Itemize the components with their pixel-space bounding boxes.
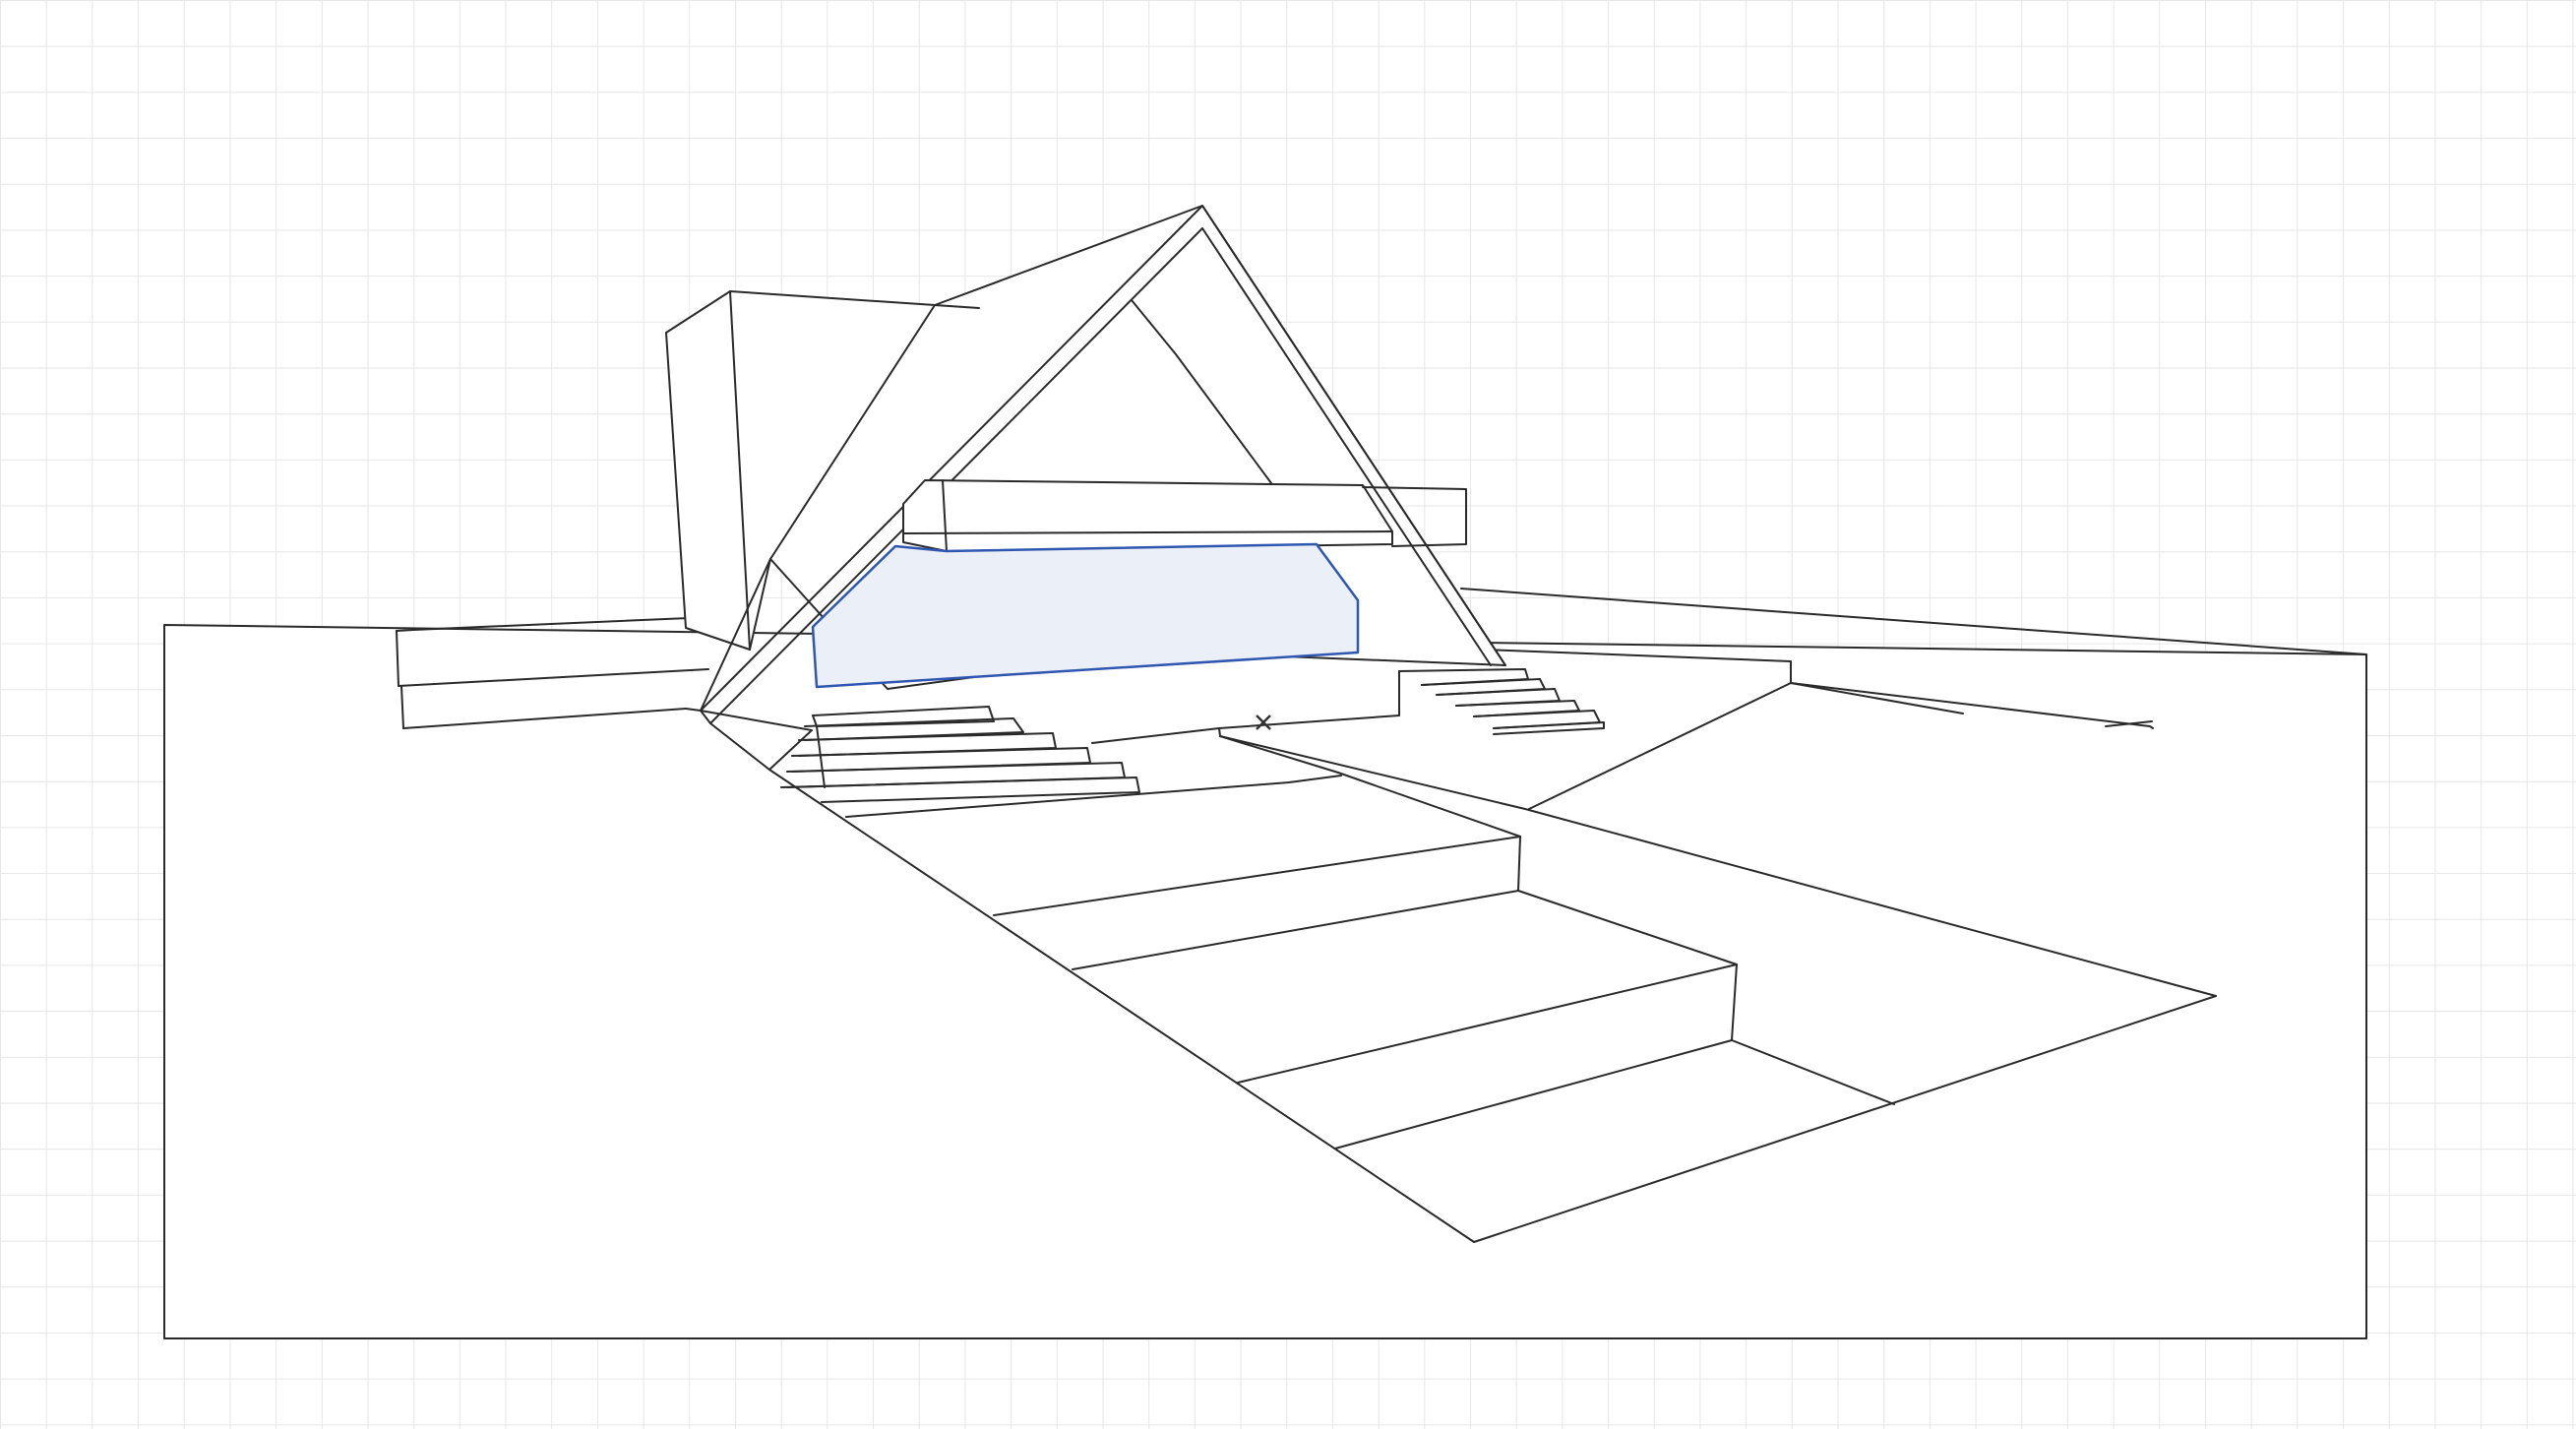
sketch-drawing[interactable]	[0, 0, 2576, 1429]
base-slab[interactable]	[163, 624, 2367, 1339]
drawing-canvas[interactable]	[0, 0, 2576, 1429]
